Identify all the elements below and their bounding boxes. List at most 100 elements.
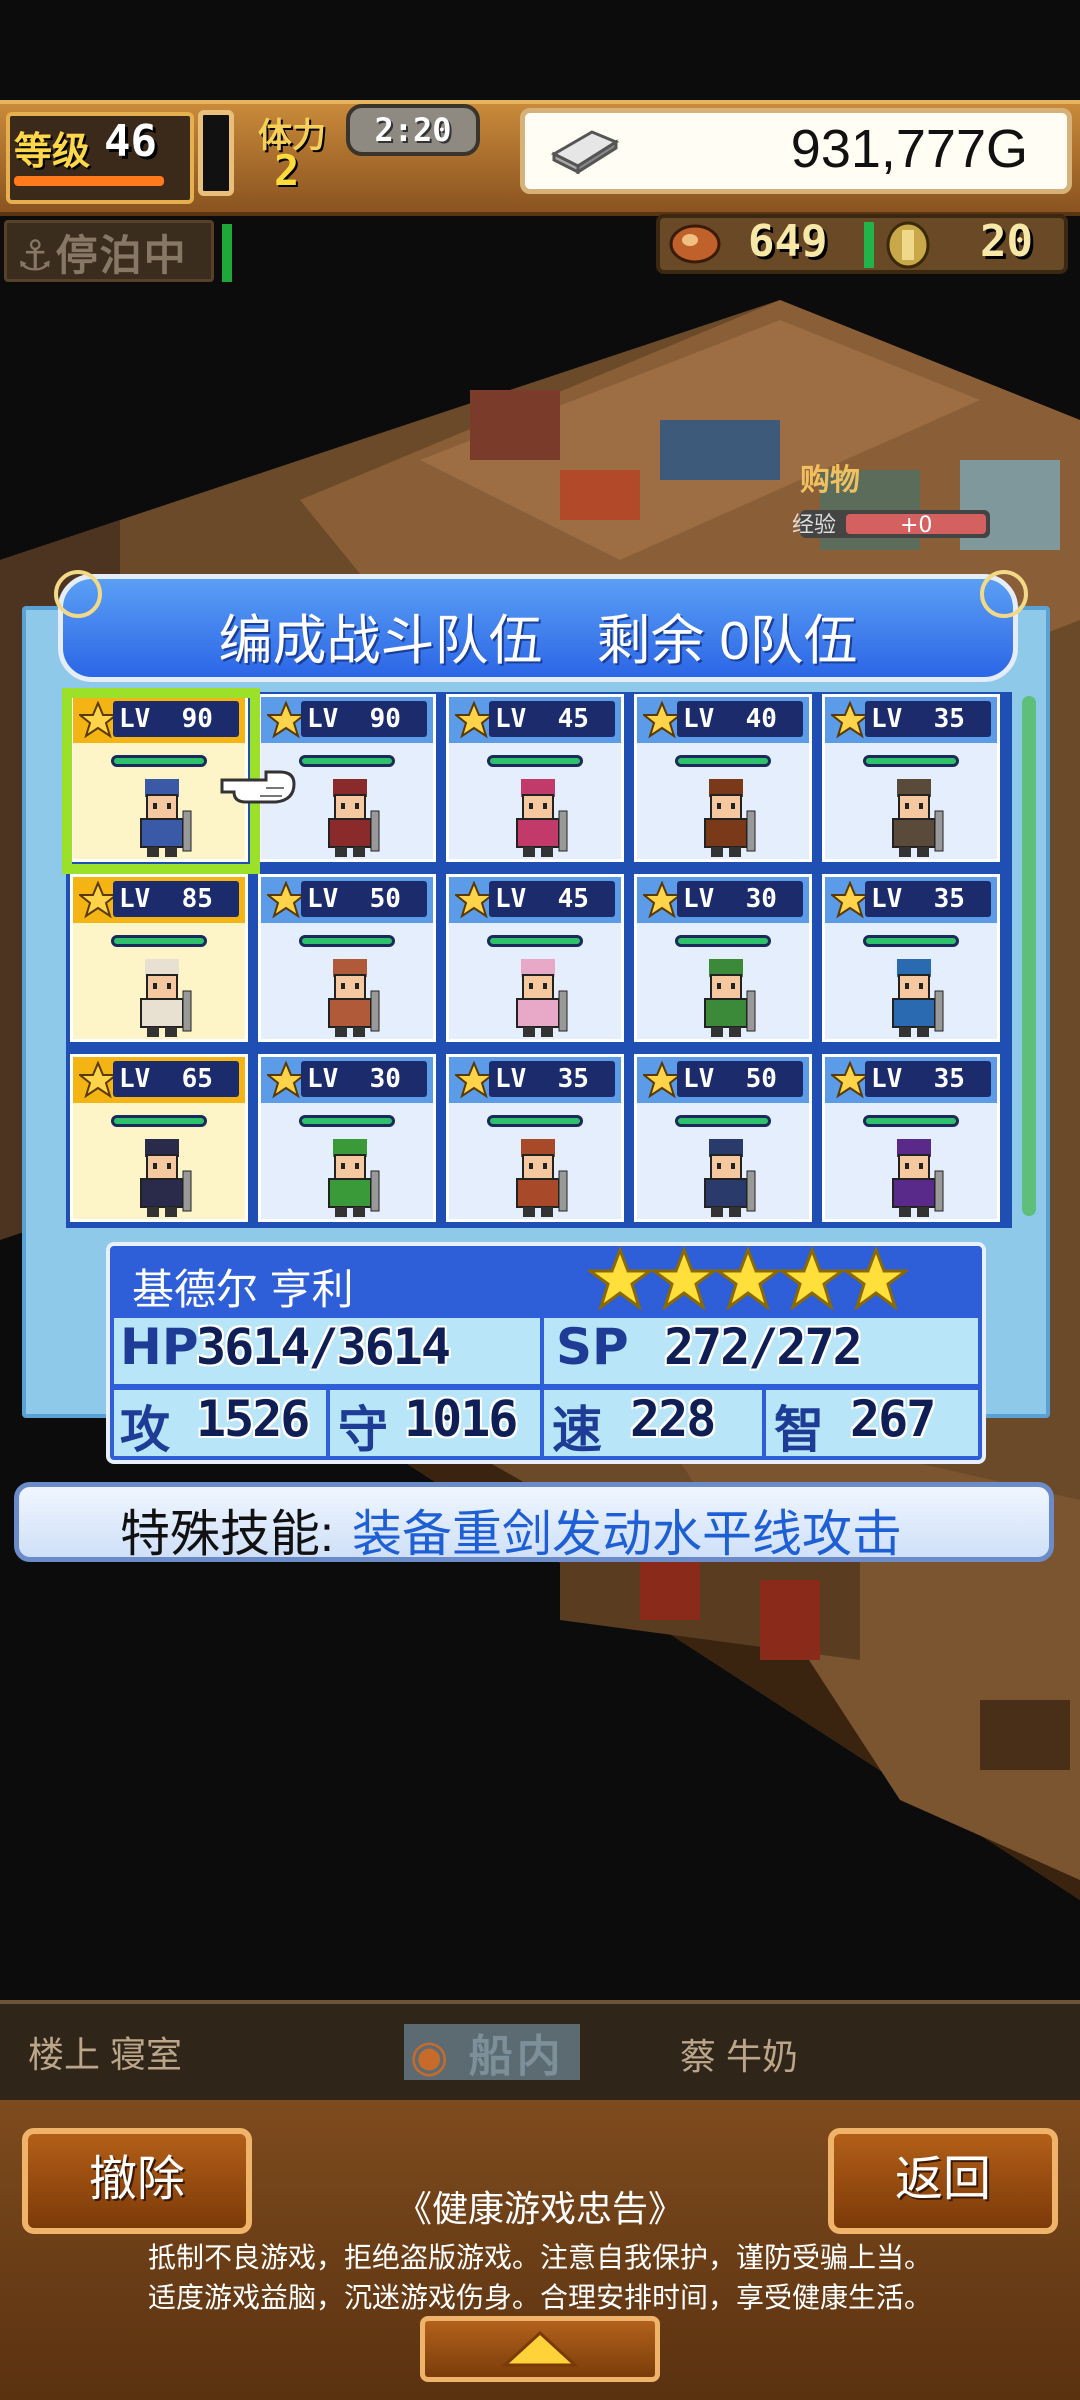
ship-interior-tab[interactable]: ◉ 船内 (410, 2020, 565, 2084)
intelligence-label: 智 (774, 1401, 824, 1459)
character-name: 基德尔 亨利 (132, 1266, 354, 1313)
party-member-card[interactable]: LV 65 (70, 1054, 248, 1222)
silver-bar-icon (550, 130, 620, 174)
character-sprite-icon (704, 959, 756, 1037)
character-sprite-icon (516, 1139, 568, 1217)
party-member-card[interactable]: LV 30 (634, 874, 812, 1042)
member-level: LV 50 (301, 881, 427, 917)
member-hp-bar (675, 1115, 771, 1127)
docked-status-text: 停泊中 (55, 232, 188, 279)
party-member-card[interactable]: LV 35 (822, 874, 1000, 1042)
member-hp-bar (863, 755, 959, 767)
docked-status: ⚓停泊中 (16, 232, 188, 279)
party-member-card[interactable]: LV 85 (70, 874, 248, 1042)
star-icon (831, 701, 869, 739)
character-sprite-icon (328, 779, 380, 857)
party-member-card[interactable]: LV 40 (634, 694, 812, 862)
rarity-stars (588, 1246, 908, 1311)
member-level: LV 30 (677, 881, 803, 917)
member-level: LV 85 (113, 881, 239, 917)
party-member-card[interactable]: LV 30 (258, 1054, 436, 1222)
speed-label: 速 (552, 1401, 602, 1459)
party-member-card[interactable]: LV 35 (822, 1054, 1000, 1222)
member-hp-bar (675, 935, 771, 947)
party-member-card[interactable]: LV 35 (446, 1054, 624, 1222)
character-sprite-icon (704, 779, 756, 857)
star-icon (455, 881, 493, 919)
health-notice-line2: 适度游戏益脑，沉迷游戏伤身。合理安排时间，享受健康生活。 (147, 2282, 932, 2313)
pointing-hand-icon (220, 770, 296, 804)
food-icon (669, 224, 721, 264)
map-pin-icon: ◉ (410, 2032, 453, 2081)
svg-text:购物: 购物 (800, 463, 860, 498)
health-notice-title: 《健康游戏忠告》 (395, 2188, 684, 2229)
svg-text:+0: +0 (900, 513, 932, 538)
room-name: 楼上 寝室 (28, 2034, 183, 2075)
member-level: LV 65 (113, 1061, 239, 1097)
ship-interior-label: 船内 (468, 2032, 565, 2081)
member-hp-bar (111, 935, 207, 947)
star-icon (643, 1061, 681, 1099)
star-icon (267, 1061, 305, 1099)
sp-label: SP (556, 1318, 629, 1376)
character-sprite-icon (328, 1139, 380, 1217)
party-member-card[interactable]: LV 50 (634, 1054, 812, 1222)
star-icon (79, 1061, 117, 1099)
crew-name: 蔡 牛奶 (680, 2036, 799, 2077)
status-indicator (222, 224, 232, 282)
character-sprite-icon (704, 1139, 756, 1217)
stat-divider (326, 1390, 330, 1456)
member-hp-bar (299, 1115, 395, 1127)
sp-value: 272/272 (664, 1318, 863, 1376)
money-value: 931,777G (790, 119, 1028, 179)
star-icon (831, 1061, 869, 1099)
star-icon (455, 1061, 493, 1099)
hp-label: HP (120, 1318, 199, 1376)
defense-value: 1016 (404, 1390, 518, 1448)
member-level: LV 35 (865, 701, 991, 737)
member-hp-bar (111, 1115, 207, 1127)
party-member-card[interactable]: LV 35 (822, 694, 1000, 862)
member-level: LV 35 (489, 1061, 615, 1097)
star-icon (455, 701, 493, 739)
level-exp-bar (14, 176, 164, 186)
defense-label: 守 (338, 1401, 388, 1459)
hp-sp-row: HP 3614/3614 SP 272/272 (114, 1318, 978, 1384)
star-icon (643, 881, 681, 919)
star-icon (267, 881, 305, 919)
rarity-star-icon (841, 1246, 908, 1311)
character-sprite-icon (516, 959, 568, 1037)
member-hp-bar (299, 935, 395, 947)
member-hp-bar (863, 935, 959, 947)
hp-value: 3614/3614 (196, 1318, 451, 1376)
expand-up-button[interactable] (420, 2316, 660, 2382)
party-title: 编成战斗队伍 剩余 0队伍 (218, 611, 858, 671)
member-level: LV 45 (489, 701, 615, 737)
rarity-star-icon (588, 1246, 655, 1311)
member-hp-bar (299, 755, 395, 767)
food-count: 649 (748, 216, 828, 267)
star-icon (79, 881, 117, 919)
character-sprite-icon (892, 959, 944, 1037)
party-member-card[interactable]: LV 50 (258, 874, 436, 1042)
rarity-star-icon (777, 1246, 847, 1311)
member-hp-bar (675, 755, 771, 767)
special-skill-label: 特殊技能: (120, 1506, 334, 1562)
special-skill-text: 装备重剑发动水平线攻击 (352, 1506, 902, 1562)
stat-divider (540, 1318, 544, 1384)
svg-text:经验: 经验 (792, 513, 836, 538)
attribute-row: 攻 1526 守 1016 速 228 智 267 (114, 1390, 978, 1459)
speed-value: 228 (630, 1390, 716, 1448)
stamina-value: 2 (274, 146, 300, 195)
resource-divider (864, 222, 874, 268)
attack-value: 1526 (196, 1390, 310, 1448)
character-sprite-icon (892, 779, 944, 857)
stat-divider (540, 1390, 544, 1456)
medal-icon (886, 221, 930, 269)
party-scrollbar[interactable] (1022, 696, 1036, 1216)
party-member-card[interactable]: LV 45 (446, 874, 624, 1042)
member-hp-bar (487, 1115, 583, 1127)
member-hp-bar (487, 755, 583, 767)
member-hp-bar (487, 935, 583, 947)
party-member-card[interactable]: LV 45 (446, 694, 624, 862)
